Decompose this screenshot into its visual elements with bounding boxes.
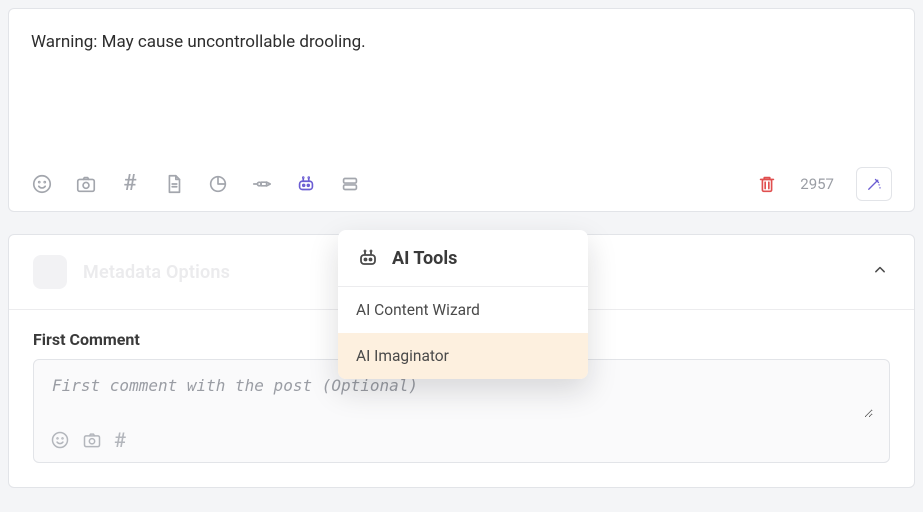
compose-card: Warning: May cause uncontrollable drooli… [8,8,915,212]
ai-tools-item-imaginator[interactable]: AI Imaginator [338,333,588,379]
camera-icon[interactable] [82,430,102,450]
first-comment-input[interactable] [50,374,873,418]
pie-chart-icon[interactable] [207,173,229,195]
char-count: 2957 [800,175,834,193]
options-header-icon [33,255,67,289]
camera-icon[interactable] [75,173,97,195]
chevron-up-icon [870,260,890,284]
robot-icon [356,246,380,270]
first-comment-toolbar: # [50,422,873,452]
emoji-icon[interactable] [31,173,53,195]
magic-wand-button[interactable] [856,167,892,201]
document-icon[interactable] [163,173,185,195]
options-header-title: Metadata Options [83,262,230,283]
ai-tools-icon[interactable] [295,173,317,195]
trash-icon[interactable] [756,173,778,195]
emoji-icon[interactable] [50,430,70,450]
rows-icon[interactable] [339,173,361,195]
ai-tools-popover: AI Tools AI Content Wizard AI Imaginator [338,230,588,379]
ai-tools-item-content-wizard[interactable]: AI Content Wizard [338,287,588,333]
hashtag-icon[interactable]: # [119,173,141,195]
compose-toolbar: # 2957 [31,161,892,201]
ai-tools-popover-title: AI Tools [392,248,457,269]
compose-textarea[interactable]: Warning: May cause uncontrollable drooli… [31,31,892,161]
hashtag-icon[interactable]: # [114,428,126,452]
plug-icon[interactable] [251,173,273,195]
ai-tools-popover-header: AI Tools [338,230,588,287]
